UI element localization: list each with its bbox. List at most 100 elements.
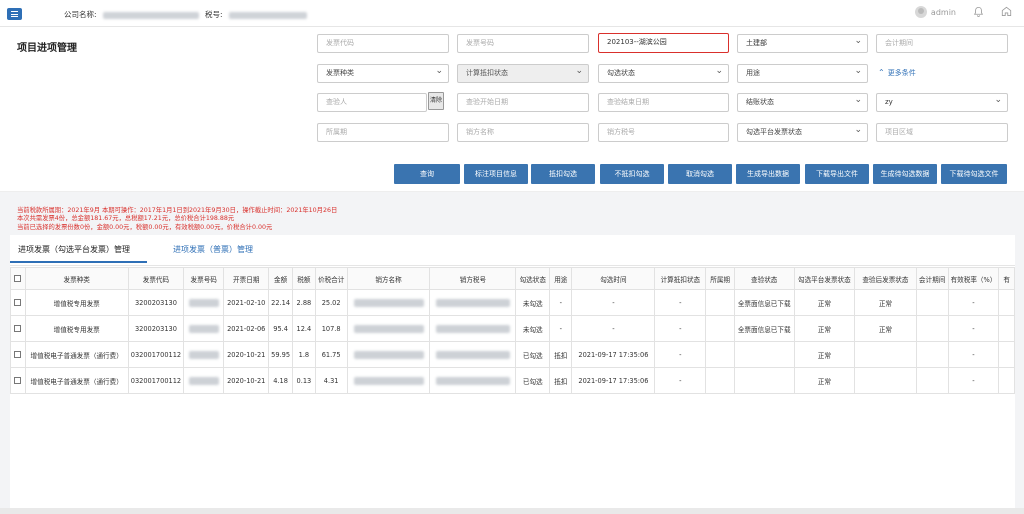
bell-icon[interactable] [972,6,984,18]
row-checkbox-cell[interactable] [10,315,26,342]
query-button[interactable]: 查询 [394,164,460,184]
table-cell [183,289,225,316]
more-conditions-label: 更多条件 [887,69,916,77]
cancel-select-button[interactable]: 取消勾选 [668,164,732,184]
generate-export-button[interactable]: 生成导出数据 [736,164,800,184]
header-checkbox-cell[interactable] [10,267,26,290]
notice-line: 当前已选择的发票份数0份，金额0.00元，税额0.00元，有效税额0.00元，价… [17,223,273,231]
download-pending-button[interactable]: 下载待勾选文件 [941,164,1007,184]
project-input[interactable]: 202103--湖滨公园 [598,33,729,53]
row-checkbox[interactable] [14,299,22,306]
column-header: 有效税率（%） [947,267,1000,290]
menu-icon[interactable] [7,8,22,20]
table-cell [998,315,1015,342]
no-deduct-select-button[interactable]: 不抵扣勾选 [600,164,664,184]
table-cell: 59.95 [268,341,294,368]
column-header: 勾选平台发票状态 [793,267,856,290]
row-checkbox-cell[interactable] [10,367,26,394]
table-cell: - [571,289,656,316]
table-cell: 抵扣 [549,341,573,368]
department-select[interactable]: 土建部 [737,34,868,53]
notice-block: 当前税款所属期：2021年9月 本期可操作：2017年1月1日到2021年9月3… [17,207,337,232]
table-cell: 增值税专用发票 [24,289,129,316]
table-cell: 61.75 [314,341,348,368]
row-checkbox-cell[interactable] [10,341,26,368]
redacted-value [188,298,219,307]
row-checkbox[interactable] [14,351,22,358]
table-cell: 22.14 [268,289,294,316]
home-icon[interactable] [1000,6,1012,18]
column-header: 价税合计 [314,267,348,290]
tax-period-input[interactable]: 所属期 [317,123,449,142]
table-cell: 2021-02-10 [223,289,270,316]
row-checkbox[interactable] [14,377,22,384]
table-cell [429,315,517,342]
table-cell: 1.8 [292,341,316,368]
table-cell: - [654,341,707,368]
tab-platform-invoices[interactable]: 进项发票（勾选平台发票）管理 [10,241,147,263]
table-cell: 已勾选 [515,367,551,394]
row-checkbox[interactable] [14,325,22,332]
archive-status-select[interactable]: 结账状态 [737,93,868,112]
invoice-code-input[interactable]: 发票代码 [317,34,449,53]
avatar-icon[interactable] [914,6,927,18]
column-header: 发票代码 [127,267,185,290]
project-area-input[interactable]: 项目区域 [876,123,1008,142]
generate-pending-button[interactable]: 生成待勾选数据 [873,164,937,184]
column-header: 销方税号 [429,267,517,290]
download-export-button[interactable]: 下载导出文件 [805,164,869,184]
select-all-checkbox[interactable] [14,275,22,282]
horizontal-scrollbar[interactable] [0,508,1024,514]
table-row[interactable]: 增值税电子普通发票（通行费） 032001700112 2020-10-21 4.18… [10,367,1015,394]
table-cell: 未勾选 [515,289,551,316]
table-cell: 增值税电子普通发票（通行费） [24,341,129,368]
seller-tax-input[interactable]: 销方税号 [598,123,729,142]
invoice-number-input[interactable]: 发票号码 [457,34,589,53]
check-start-date-input[interactable]: 查验开始日期 [457,93,589,112]
tab-plain-invoices[interactable]: 进项发票（普票）管理 [173,241,253,263]
redacted-value [188,376,219,385]
table-body: 增值税专用发票 3200203130 2021-02-10 22.14 2.88 25.0… [10,289,1015,394]
invoice-type-select[interactable]: 发票种类 [317,64,449,83]
table-cell: 95.4 [268,315,294,342]
accounting-period-input[interactable]: 会计期间 [876,34,1008,53]
seller-name-input[interactable]: 销方名称 [457,123,589,142]
owner-select[interactable]: zy [876,93,1008,112]
column-header: 勾选状态 [515,267,551,290]
column-header: 用途 [549,267,573,290]
more-conditions-link[interactable]: ⌃ 更多条件 [878,68,916,78]
usage-select[interactable]: 用途 [737,64,868,83]
deduct-status-select[interactable]: 计算抵扣状态 [457,64,589,83]
deduct-select-button[interactable]: 抵扣勾选 [531,164,595,184]
table-cell: 增值税电子普通发票（通行费） [24,367,129,394]
table-cell: - [549,315,573,342]
table-cell: 正常 [793,315,856,342]
table-cell: 107.8 [314,315,348,342]
table-cell: - [947,289,1000,316]
table-cell [705,367,735,394]
table-cell: - [549,289,573,316]
redacted-value [435,324,510,333]
table-cell [915,289,949,316]
table-row[interactable]: 增值税专用发票 3200203130 2021-02-06 95.4 12.4 107.8… [10,315,1015,342]
row-checkbox-cell[interactable] [10,289,26,316]
tag-project-button[interactable]: 标注项目信息 [464,164,528,184]
table-row[interactable]: 增值税专用发票 3200203130 2021-02-10 22.14 2.88 25.0… [10,289,1015,316]
table-cell [998,367,1015,394]
table-cell: 4.31 [314,367,348,394]
clear-button[interactable]: 清除 [428,92,444,110]
username[interactable]: admin [931,8,956,17]
column-header: 查验后发票状态 [854,267,917,290]
check-end-date-input[interactable]: 查验结束日期 [598,93,729,112]
column-header: 销方名称 [346,267,431,290]
checker-input[interactable]: 查验人 [317,93,427,112]
table-cell [854,341,917,368]
redacted-value [188,350,219,359]
column-header: 发票号码 [183,267,225,290]
table-row[interactable]: 增值税电子普通发票（通行费） 032001700112 2020-10-21 59.9… [10,341,1015,368]
table-cell [998,289,1015,316]
select-status-select[interactable]: 勾选状态 [598,64,729,83]
table-cell [346,315,431,342]
table-cell: 2021-02-06 [223,315,270,342]
platform-status-select[interactable]: 勾选平台发票状态 [737,123,868,142]
